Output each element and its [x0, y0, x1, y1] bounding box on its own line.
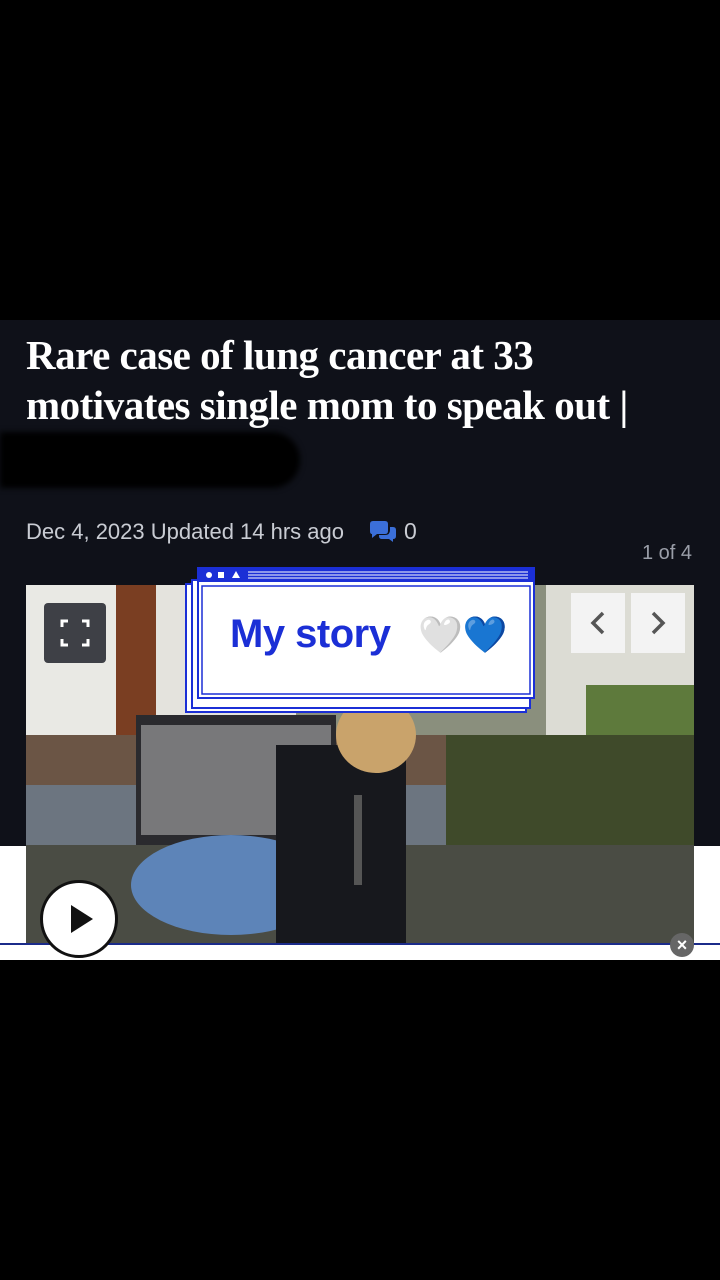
redacted-text: [0, 432, 300, 488]
previous-image-button[interactable]: [571, 593, 625, 653]
gallery-counter: 1 of 4: [641, 542, 692, 564]
fullscreen-button[interactable]: [44, 603, 106, 663]
ad-frame-left: [0, 846, 26, 946]
article-headline: Rare case of lung cancer at 33 motivates…: [26, 332, 628, 428]
next-image-button[interactable]: [631, 593, 685, 653]
comment-count[interactable]: 0: [404, 518, 417, 545]
ad-frame-right: [694, 846, 720, 946]
my-story-label: My story: [230, 612, 391, 656]
comments-icon[interactable]: [368, 520, 398, 544]
close-ad-icon[interactable]: ×: [670, 933, 694, 957]
play-button[interactable]: [40, 880, 118, 958]
bottom-black-area: [0, 960, 720, 1280]
article-meta: Dec 4, 2023 Updated 14 hrs ago 0: [26, 518, 417, 545]
top-black-area: [0, 0, 720, 320]
hearts-emoji: 🤍💙: [418, 614, 508, 655]
publish-date: Dec 4, 2023 Updated 14 hrs ago: [26, 518, 345, 544]
